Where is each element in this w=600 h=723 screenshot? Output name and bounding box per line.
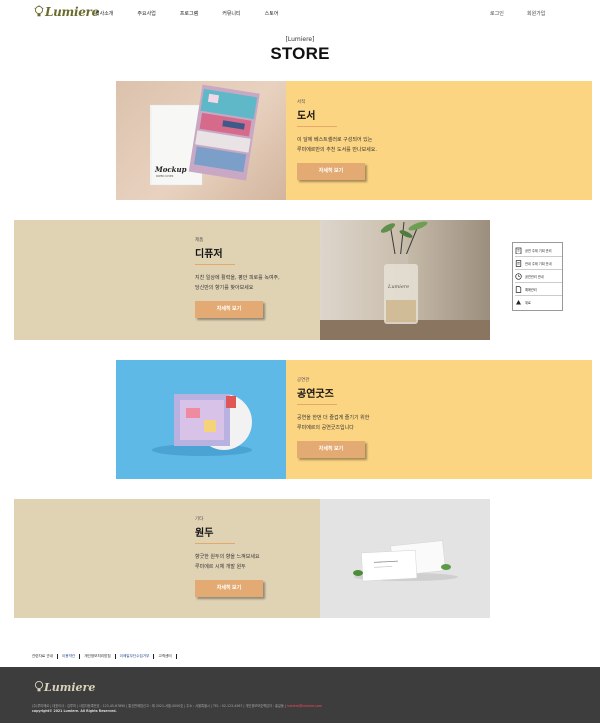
footer-company-info: (주)루미에르 | 대표이사 : 김루미 | 사업자등록번호 : 123-45-… xyxy=(32,703,322,708)
document-icon xyxy=(515,259,522,267)
diffuser-brand-label: Lumiere xyxy=(388,284,410,290)
signup-link[interactable]: 회원가입 xyxy=(527,10,545,17)
footer-links: 관련자료 관내 이용약관 개인정보처리방침 이메일무단수집거부 고객센터 xyxy=(32,654,181,659)
goods-desc-line1: 공연을 한번 더 즐겁게 즐기기 위한 xyxy=(297,415,370,421)
footer-email[interactable]: lumiere@lumiere.com xyxy=(287,704,322,708)
footer-link-support[interactable]: 고객센터 xyxy=(158,654,177,659)
diffuser-desc: 지친 일상에 활력을, 평안 피로를 녹여주, 당신만의 향기를 찾아보세요 xyxy=(195,273,280,293)
goods-desc-line2: 루미에르의 공연굿즈입니다 xyxy=(297,425,354,431)
quick-label-4: 예매관리 xyxy=(525,287,537,292)
diffuser-illustration xyxy=(320,221,490,340)
books-image: Mockup PAPER COVER xyxy=(116,81,286,200)
site-header: Lumiere 회사소개 주요사업 프로그램 커뮤니티 스토어 로그인 회원가입 xyxy=(0,0,600,30)
quick-menu: 공연 주제 기획 관리 관내 주제 기획 안내 공연관리 관내 예매관리 위로 xyxy=(512,242,563,311)
diffuser-category: 제품 xyxy=(195,238,204,243)
footer-link-related[interactable]: 관련자료 관내 xyxy=(32,654,58,659)
beans-more-button[interactable]: 자세히 보기 xyxy=(195,580,263,597)
beans-panel: 기타 원두 향긋한 원두의 향을 느껴보세요 루미에르 시체 개발 원두 자세히… xyxy=(14,499,320,618)
books-category: 서적 xyxy=(297,100,306,105)
diffuser-desc-line1: 지친 일상에 활력을, 평안 피로를 녹여주, xyxy=(195,275,280,281)
page-icon xyxy=(515,285,522,293)
quick-label-2: 관내 주제 기획 안내 xyxy=(525,261,552,266)
login-link[interactable]: 로그인 xyxy=(490,10,504,17)
goods-title: 공연굿즈 xyxy=(297,389,334,400)
business-cards-illustration xyxy=(353,540,458,582)
quick-item-2[interactable]: 관내 주제 기획 안내 xyxy=(515,257,562,270)
nav-item-community[interactable]: 커뮤니티 xyxy=(222,10,240,17)
books-desc-line2: 루미에르만의 추천 도서를 만나보세요. xyxy=(297,147,377,153)
logo-text: Lumiere xyxy=(45,5,99,19)
goods-desc: 공연을 한번 더 즐겁게 즐기기 위한 루미에르의 공연굿즈입니다 xyxy=(297,413,369,433)
quick-label-top: 위로 xyxy=(525,301,531,305)
diffuser-more-button[interactable]: 자세히 보기 xyxy=(195,301,263,318)
title-underline xyxy=(195,543,235,544)
beans-desc-line2: 루미에르 시체 개발 원두 xyxy=(195,564,246,570)
quick-item-top[interactable]: 위로 xyxy=(515,296,562,309)
lightbulb-icon xyxy=(34,5,44,17)
book-mockup-illustration xyxy=(150,84,260,186)
beans-image xyxy=(320,499,490,618)
books-title: 도서 xyxy=(297,111,316,122)
site-logo[interactable]: Lumiere xyxy=(34,2,99,22)
footer-info-text: (주)루미에르 | 대표이사 : 김루미 | 사업자등록번호 : 123-45-… xyxy=(32,704,286,708)
page-title: STORE xyxy=(270,44,330,63)
beans-category: 기타 xyxy=(195,517,204,522)
up-arrow-icon xyxy=(515,299,522,306)
lightbulb-icon xyxy=(34,680,44,692)
quick-item-1[interactable]: 공연 주제 기획 관리 xyxy=(515,244,562,257)
goods-category: 공연관 xyxy=(297,378,310,383)
page-subtitle: [Lumiere] xyxy=(285,36,315,43)
books-panel: 서적 도서 이 달에 베스트셀러로 구성되어 있는 루미에르만의 추천 도서를 … xyxy=(286,81,592,200)
books-desc-line1: 이 달에 베스트셀러로 구성되어 있는 xyxy=(297,137,373,143)
mockup-sublabel: PAPER COVER xyxy=(156,175,174,178)
clock-icon xyxy=(515,272,522,280)
footer-link-privacy[interactable]: 개인정보처리방침 xyxy=(84,654,116,659)
books-desc: 이 달에 베스트셀러로 구성되어 있는 루미에르만의 추천 도서를 만나보세요. xyxy=(297,135,377,155)
footer-logo-text: Lumiere xyxy=(44,680,96,694)
title-underline xyxy=(297,404,337,405)
footer-bar xyxy=(0,667,600,723)
nav-item-store[interactable]: 스토어 xyxy=(265,10,279,17)
title-underline xyxy=(195,264,235,265)
quick-item-4[interactable]: 예매관리 xyxy=(515,283,562,296)
nav-item-about[interactable]: 회사소개 xyxy=(95,10,113,17)
beans-title: 원두 xyxy=(195,528,214,539)
quick-item-3[interactable]: 공연관리 관내 xyxy=(515,270,562,283)
nav-item-program[interactable]: 프로그램 xyxy=(180,10,198,17)
goods-image xyxy=(116,360,286,479)
footer-copyright: copyright© 2021 Lumiere. All Rights Rese… xyxy=(32,709,117,713)
beans-desc: 향긋한 원두의 향을 느껴보세요 루미에르 시체 개발 원두 xyxy=(195,552,263,572)
footer-link-terms[interactable]: 이용약관 xyxy=(62,654,81,659)
goods-panel: 공연관 공연굿즈 공연을 한번 더 즐겁게 즐기기 위한 루미에르의 공연굿즈입… xyxy=(286,360,592,479)
diffuser-desc-line2: 당신만의 향기를 찾아보세요 xyxy=(195,285,254,291)
quick-label-3: 공연관리 관내 xyxy=(525,274,544,279)
nav-item-business[interactable]: 주요사업 xyxy=(137,10,155,17)
footer-link-email-policy[interactable]: 이메일무단수집거부 xyxy=(120,654,155,659)
diffuser-panel: 제품 디퓨저 지친 일상에 활력을, 평안 피로를 녹여주, 당신만의 향기를 … xyxy=(14,220,320,340)
title-underline xyxy=(297,126,337,127)
building-icon xyxy=(515,247,522,254)
diffuser-image: Lumiere xyxy=(320,220,490,340)
goods-illustration xyxy=(152,394,252,456)
footer-logo[interactable]: Lumiere xyxy=(34,680,95,694)
diffuser-title: 디퓨저 xyxy=(195,249,223,260)
goods-more-button[interactable]: 자세히 보기 xyxy=(297,441,365,458)
books-more-button[interactable]: 자세히 보기 xyxy=(297,163,365,180)
quick-label-1: 공연 주제 기획 관리 xyxy=(525,248,552,253)
main-nav: 회사소개 주요사업 프로그램 커뮤니티 스토어 xyxy=(95,10,302,17)
mockup-label: Mockup xyxy=(155,165,187,174)
beans-desc-line1: 향긋한 원두의 향을 느껴보세요 xyxy=(195,554,260,560)
